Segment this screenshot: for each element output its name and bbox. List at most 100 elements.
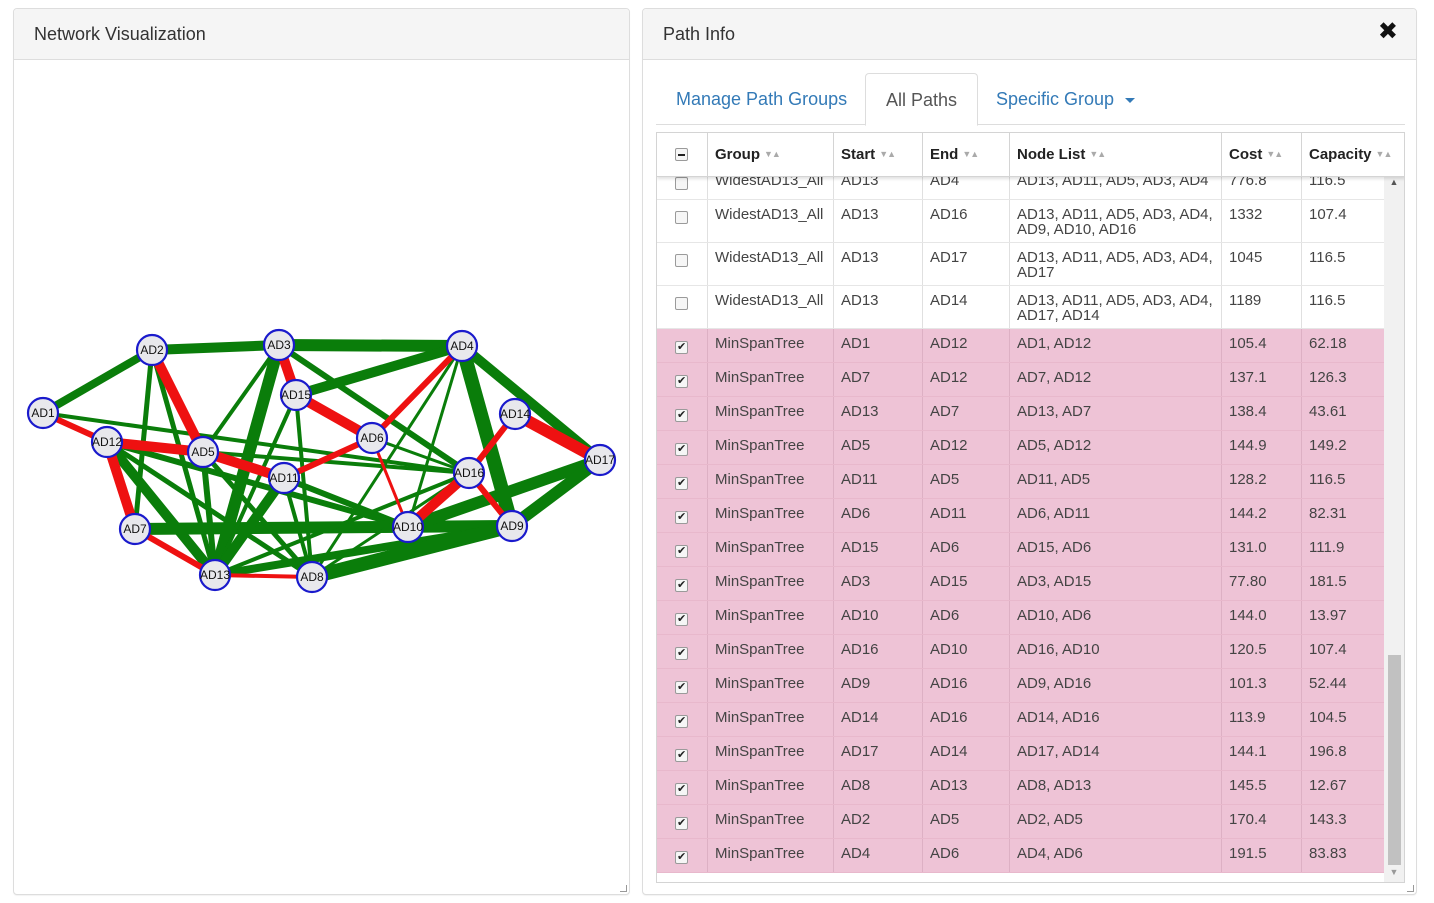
row-checkbox[interactable]: [675, 544, 688, 559]
row-checkbox[interactable]: [675, 850, 688, 865]
row-checkbox[interactable]: [675, 646, 688, 661]
row-checkbox[interactable]: [675, 680, 688, 695]
node-ad3[interactable]: AD3: [262, 328, 296, 362]
table-row[interactable]: MinSpanTreeAD5AD12AD5, AD12144.9 149.2: [657, 431, 1384, 465]
table-row[interactable]: WidestAD13_All AD13 AD17 AD13, AD11, AD5, A…: [657, 243, 1384, 286]
node-ad17[interactable]: AD17: [583, 443, 617, 477]
resize-grip[interactable]: [620, 885, 627, 892]
table-row[interactable]: MinSpanTreeAD6AD11AD6, AD11144.2 82.31: [657, 499, 1384, 533]
table-row[interactable]: MinSpanTreeAD17AD14AD17, AD14144.1 196.8: [657, 737, 1384, 771]
row-select-cell[interactable]: [657, 397, 708, 430]
row-select-cell[interactable]: [657, 601, 708, 634]
row-select-cell[interactable]: [657, 499, 708, 532]
row-checkbox[interactable]: [675, 177, 688, 190]
row-select-cell[interactable]: [657, 243, 708, 285]
node-ad14[interactable]: AD14: [498, 397, 532, 431]
row-select-cell[interactable]: [657, 703, 708, 736]
tab-all-paths[interactable]: All Paths: [865, 73, 979, 126]
row-checkbox[interactable]: [675, 340, 688, 355]
scroll-up-icon[interactable]: ▲: [1384, 177, 1404, 194]
row-select-cell[interactable]: [657, 805, 708, 838]
row-checkbox[interactable]: [675, 374, 688, 389]
row-checkbox[interactable]: [675, 510, 688, 525]
row-select-cell[interactable]: [657, 363, 708, 396]
tab-manage-path-groups[interactable]: Manage Path Groups: [656, 73, 867, 125]
row-select-cell[interactable]: [657, 567, 708, 600]
table-row[interactable]: WidestAD13_All AD13 AD4 AD13, AD11, AD5, AD…: [657, 177, 1384, 200]
row-select-cell[interactable]: [657, 465, 708, 498]
header-capacity[interactable]: Capacity ▼▲: [1302, 133, 1404, 176]
row-checkbox[interactable]: [675, 442, 688, 457]
row-checkbox[interactable]: [675, 254, 688, 267]
table-row[interactable]: MinSpanTreeAD4AD6AD4, AD6191.5 83.83: [657, 839, 1384, 873]
close-icon[interactable]: ✖: [1378, 20, 1398, 44]
row-checkbox[interactable]: [675, 476, 688, 491]
table-row[interactable]: MinSpanTreeAD10AD6AD10, AD6144.0 13.97: [657, 601, 1384, 635]
row-select-cell[interactable]: [657, 737, 708, 770]
row-select-cell[interactable]: [657, 286, 708, 328]
table-row[interactable]: MinSpanTreeAD14AD16AD14, AD16113.9 104.5: [657, 703, 1384, 737]
row-select-cell[interactable]: [657, 635, 708, 668]
row-select-cell[interactable]: [657, 200, 708, 242]
row-checkbox[interactable]: [675, 816, 688, 831]
row-select-cell[interactable]: [657, 329, 708, 362]
row-select-cell[interactable]: [657, 771, 708, 804]
node-ad15[interactable]: AD15: [279, 378, 313, 412]
node-ad5[interactable]: AD5: [186, 435, 220, 469]
row-select-cell[interactable]: [657, 839, 708, 872]
scroll-down-icon[interactable]: ▼: [1384, 867, 1404, 882]
network-graph[interactable]: AD1 AD2 AD3 AD4 AD5 AD6 AD7 AD8 AD9 AD10 AD11 AD12 A…: [14, 61, 629, 894]
node-ad12[interactable]: AD12: [90, 425, 124, 459]
node-ad11[interactable]: AD11: [267, 461, 301, 495]
table-row[interactable]: MinSpanTreeAD9AD16AD9, AD16101.3 52.44: [657, 669, 1384, 703]
node-ad16[interactable]: AD16: [452, 456, 486, 490]
table-row[interactable]: MinSpanTreeAD13AD7AD13, AD7138.4 43.61: [657, 397, 1384, 431]
header-start[interactable]: Start ▼▲: [834, 133, 923, 176]
header-end[interactable]: End ▼▲: [923, 133, 1010, 176]
edge-ad2-ad1[interactable]: [40, 346, 155, 417]
scroll-thumb[interactable]: [1388, 655, 1401, 865]
row-checkbox[interactable]: [675, 748, 688, 763]
tab-specific-group[interactable]: Specific Group: [976, 73, 1155, 125]
row-checkbox[interactable]: [675, 408, 688, 423]
edge-ad11-ad10[interactable]: [282, 475, 410, 530]
header-cost[interactable]: Cost ▼▲: [1222, 133, 1302, 176]
row-checkbox[interactable]: [675, 211, 688, 224]
table-row[interactable]: MinSpanTreeAD1AD12AD1, AD12105.4 62.18: [657, 329, 1384, 363]
row-select-cell[interactable]: [657, 177, 708, 199]
table-body[interactable]: WidestAD13_All AD13 AD4 AD13, AD11, AD5, AD…: [657, 177, 1384, 882]
edge-ad3-ad4[interactable]: [278, 339, 463, 352]
node-ad4[interactable]: AD4: [445, 329, 479, 363]
table-row[interactable]: WidestAD13_All AD13 AD16 AD13, AD11, AD5, A…: [657, 200, 1384, 243]
node-ad2[interactable]: AD2: [135, 333, 169, 367]
resize-grip[interactable]: [1407, 885, 1414, 892]
row-select-cell[interactable]: [657, 431, 708, 464]
row-checkbox[interactable]: [675, 782, 688, 797]
node-ad7[interactable]: AD7: [118, 512, 152, 546]
table-row[interactable]: MinSpanTreeAD3AD15AD3, AD1577.80 181.5: [657, 567, 1384, 601]
node-ad9[interactable]: AD9: [495, 509, 529, 543]
node-ad8[interactable]: AD8: [295, 560, 329, 594]
row-select-cell[interactable]: [657, 533, 708, 566]
edge-ad7-ad9[interactable]: [134, 520, 513, 535]
table-row[interactable]: MinSpanTreeAD7AD12AD7, AD12137.1 126.3: [657, 363, 1384, 397]
header-select-all[interactable]: [657, 133, 708, 176]
table-row[interactable]: MinSpanTreeAD16AD10AD16, AD10120.5 107.4: [657, 635, 1384, 669]
header-node-list[interactable]: Node List ▼▲: [1010, 133, 1222, 176]
row-checkbox[interactable]: [675, 714, 688, 729]
vertical-scrollbar[interactable]: ▲ ▼: [1384, 177, 1404, 882]
node-ad1[interactable]: AD1: [26, 396, 60, 430]
row-checkbox[interactable]: [675, 297, 688, 310]
edge-ad2-ad3[interactable]: [151, 340, 280, 355]
select-all-checkbox[interactable]: [675, 148, 688, 161]
table-row[interactable]: MinSpanTreeAD11AD5AD11, AD5128.2 116.5: [657, 465, 1384, 499]
row-select-cell[interactable]: [657, 669, 708, 702]
table-row[interactable]: MinSpanTreeAD15AD6AD15, AD6131.0 111.9: [657, 533, 1384, 567]
table-row[interactable]: MinSpanTreeAD8AD13AD8, AD13145.5 12.67: [657, 771, 1384, 805]
node-ad13[interactable]: AD13: [198, 558, 232, 592]
node-ad6[interactable]: AD6: [355, 421, 389, 455]
header-group[interactable]: Group ▼▲: [708, 133, 834, 176]
row-checkbox[interactable]: [675, 578, 688, 593]
row-checkbox[interactable]: [675, 612, 688, 627]
node-ad10[interactable]: AD10: [391, 510, 425, 544]
